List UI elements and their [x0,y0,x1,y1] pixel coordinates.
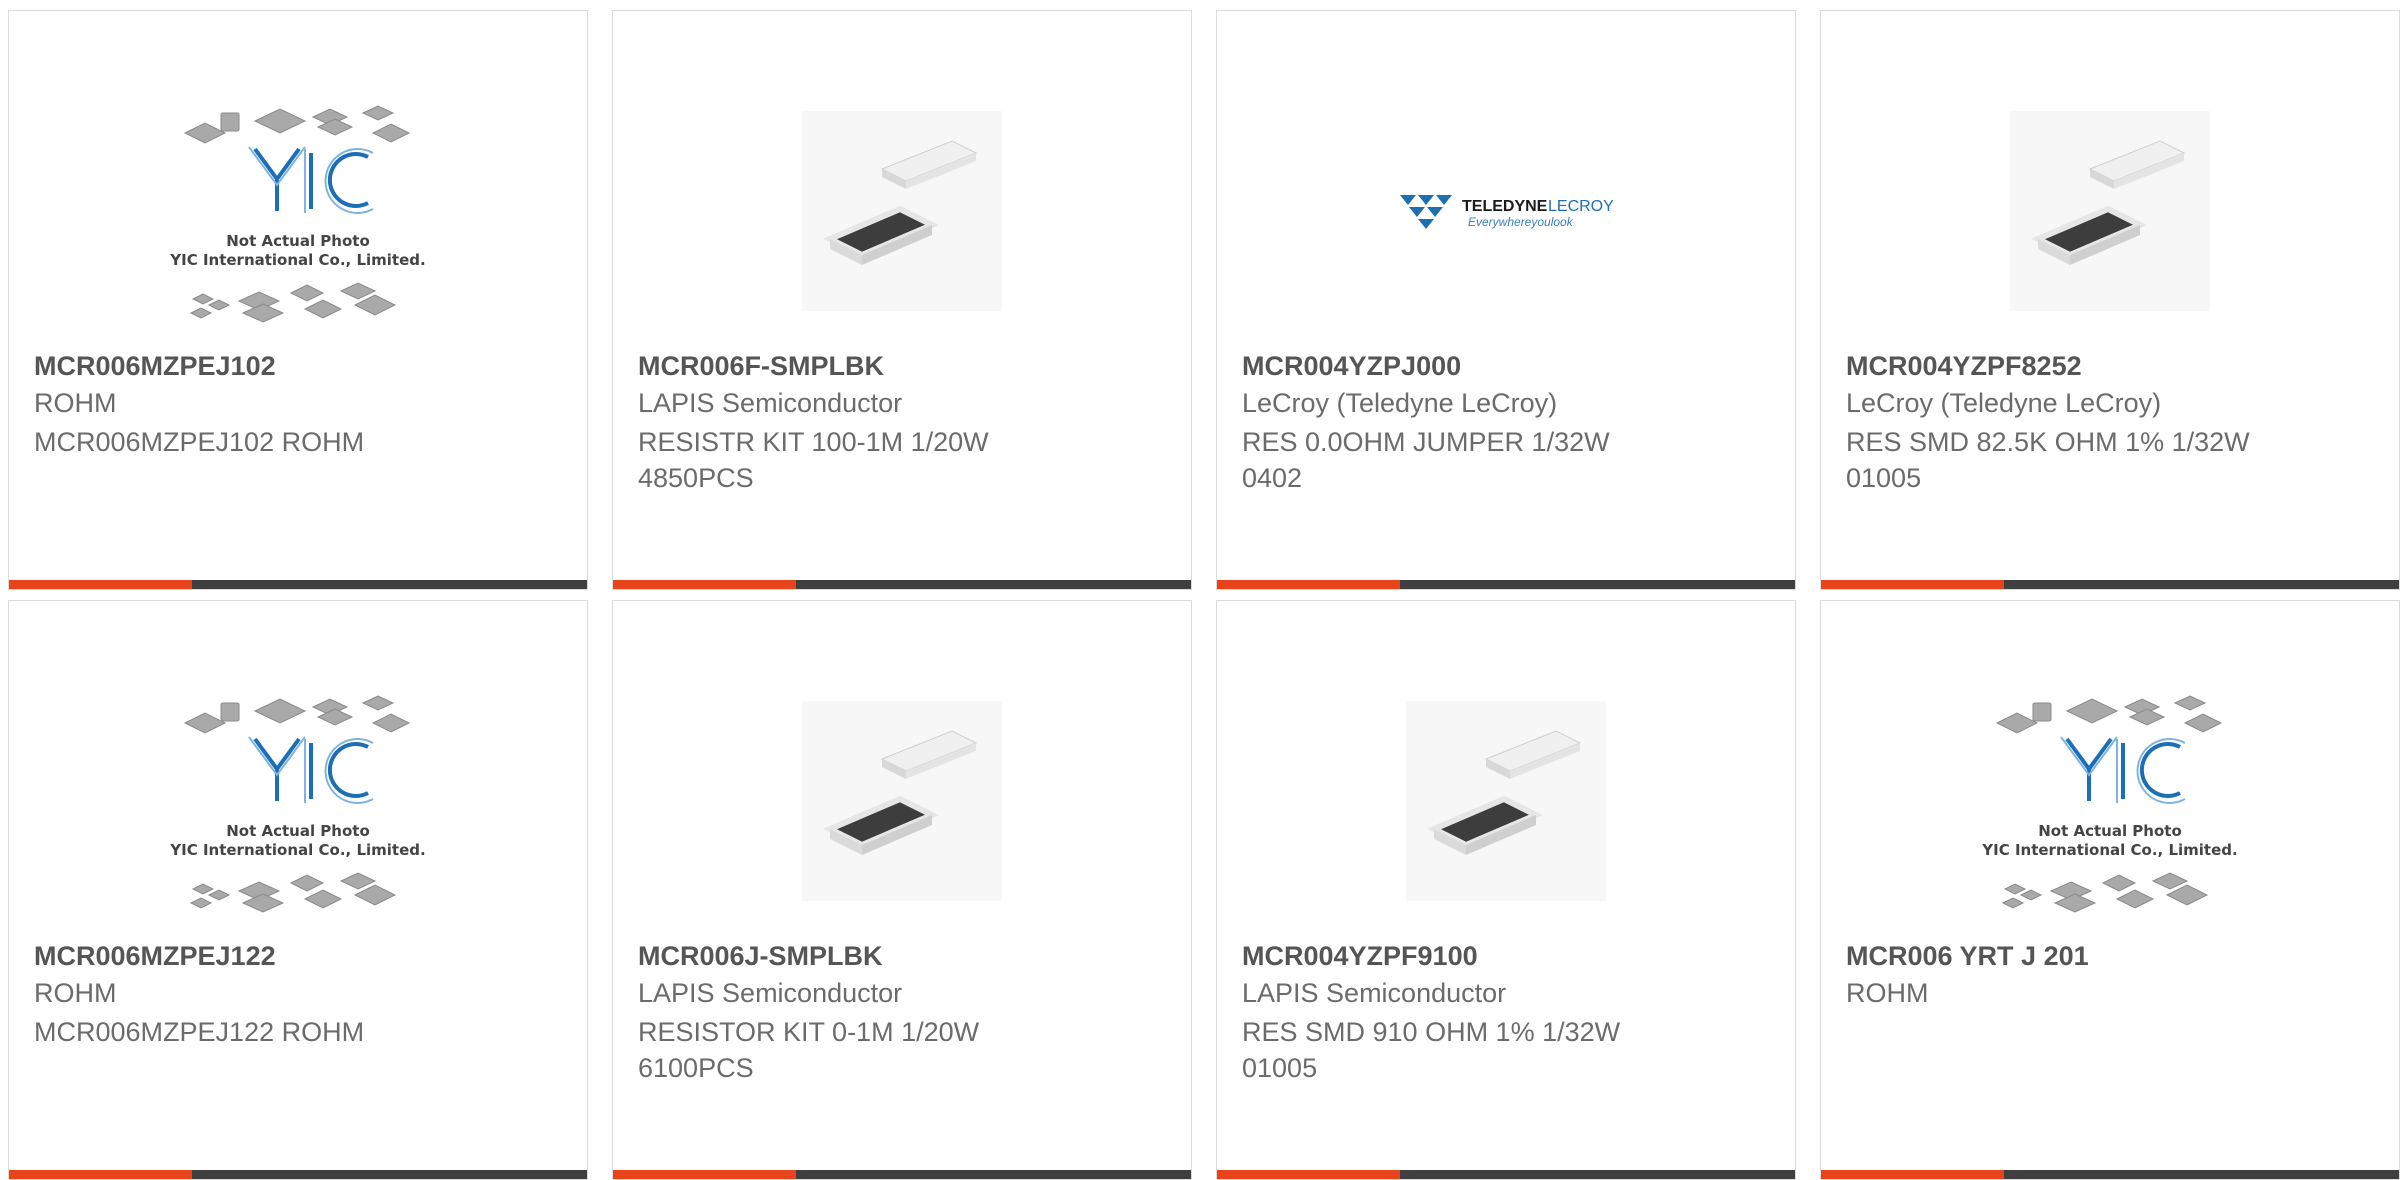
card-footer-bar [9,580,587,589]
product-card[interactable]: MCR006F-SMPLBK LAPIS Semiconductor RESIS… [612,10,1192,590]
manufacturer-label: LAPIS Semiconductor [638,978,903,1008]
product-description: RES SMD 82.5K OHM 1% 1/32W 01005 [1846,427,2250,493]
smd-resistor-icon [1406,701,1606,901]
part-number-link[interactable]: MCR006MZPEJ102 [34,351,276,382]
yic-company-label: YIC International Co., Limited. [1981,841,2237,859]
product-image[interactable]: Not Actual Photo YIC International Co., … [1821,651,2399,951]
product-image[interactable] [1821,61,2399,361]
product-card[interactable]: MCR004YZPF9100 LAPIS Semiconductor RES S… [1216,600,1796,1180]
card-footer-bar [9,1170,587,1179]
card-footer-bar [613,580,1191,589]
yic-placeholder-icon: Not Actual Photo YIC International Co., … [169,105,426,323]
product-image[interactable] [613,61,1191,361]
part-number-link[interactable]: MCR004YZPF8252 [1846,351,2082,382]
card-footer-bar [613,1170,1191,1179]
part-number-link[interactable]: MCR004YZPJ000 [1242,351,1461,382]
product-image[interactable]: Not Actual Photo YIC International Co., … [9,651,587,951]
manufacturer-label: LeCroy (Teledyne LeCroy) [1242,388,1558,418]
smd-resistor-icon [2010,111,2210,311]
product-description: RES SMD 910 OHM 1% 1/32W 01005 [1242,1017,1621,1083]
yic-placeholder-icon: Not Actual Photo YIC International Co., … [1981,695,2238,913]
product-image[interactable] [1217,651,1795,951]
manufacturer-label: LAPIS Semiconductor [1242,978,1507,1008]
product-card[interactable]: Not Actual Photo YIC International Co., … [8,600,588,1180]
smd-resistor-icon [802,111,1002,311]
manufacturer-label: ROHM [34,388,117,418]
manufacturer-label: LAPIS Semiconductor [638,388,903,418]
teledyne-logo-icon: TELEDYNE LECROY Everywhereyoulook [1400,195,1614,229]
product-card[interactable]: MCR006J-SMPLBK LAPIS Semiconductor RESIS… [612,600,1192,1180]
card-footer-bar [1821,580,2399,589]
product-image[interactable]: Not Actual Photo YIC International Co., … [9,61,587,361]
product-description: MCR006MZPEJ122 ROHM [34,1017,365,1047]
part-number-link[interactable]: MCR006MZPEJ122 [34,941,276,972]
card-footer-bar [1217,580,1795,589]
product-description: RES 0.0OHM JUMPER 1/32W 0402 [1242,427,1610,493]
teledyne-tagline: Everywhereyoulook [1468,215,1574,229]
yic-placeholder-icon: Not Actual Photo YIC International Co., … [169,695,426,913]
card-footer-bar [1821,1170,2399,1179]
product-card[interactable]: Not Actual Photo YIC International Co., … [1820,600,2400,1180]
manufacturer-label: LeCroy (Teledyne LeCroy) [1846,388,2162,418]
yic-company-label: YIC International Co., Limited. [169,251,425,269]
yic-company-label: YIC International Co., Limited. [169,841,425,859]
card-footer-bar [1217,1170,1795,1179]
manufacturer-label: ROHM [1846,978,1929,1008]
teledyne-name: TELEDYNE [1462,198,1548,215]
product-card[interactable]: Not Actual Photo YIC International Co., … [8,10,588,590]
lecroy-name: LECROY [1548,198,1614,215]
not-actual-photo-label: Not Actual Photo [226,232,370,250]
part-number-link[interactable]: MCR006J-SMPLBK [638,941,883,972]
not-actual-photo-label: Not Actual Photo [2038,822,2182,840]
product-description: RESISTOR KIT 0-1M 1/20W 6100PCS [638,1017,980,1083]
manufacturer-label: ROHM [34,978,117,1008]
part-number-link[interactable]: MCR006 YRT J 201 [1846,941,2089,972]
not-actual-photo-label: Not Actual Photo [226,822,370,840]
product-card[interactable]: TELEDYNE LECROY Everywhereyoulook MCR004… [1216,10,1796,590]
part-number-link[interactable]: MCR004YZPF9100 [1242,941,1478,972]
product-image[interactable] [613,651,1191,951]
product-card[interactable]: MCR004YZPF8252 LeCroy (Teledyne LeCroy) … [1820,10,2400,590]
product-image[interactable]: TELEDYNE LECROY Everywhereyoulook [1217,61,1795,361]
product-description: RESISTR KIT 100-1M 1/20W 4850PCS [638,427,989,493]
part-number-link[interactable]: MCR006F-SMPLBK [638,351,884,382]
smd-resistor-icon [802,701,1002,901]
product-description: MCR006MZPEJ102 ROHM [34,427,365,457]
